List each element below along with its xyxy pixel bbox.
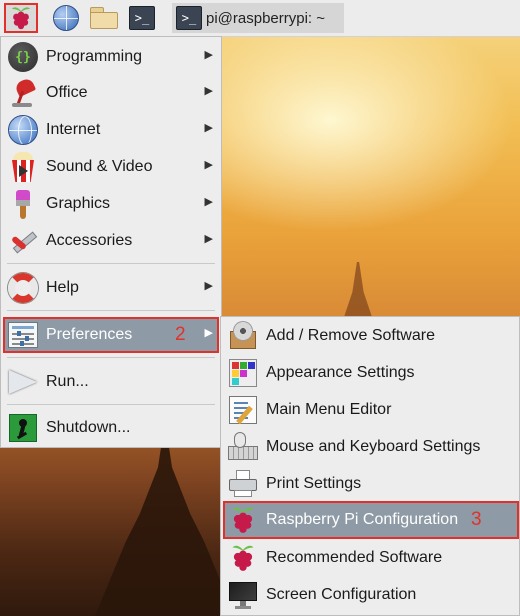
menu-item-label: Mouse and Keyboard Settings [266,438,481,455]
applications-menu: {} Programming ▶ Office ▶ Internet ▶ Sou… [0,36,222,448]
taskbar: >_ >_ pi@raspberrypi: ~ [0,0,520,37]
menu-item-label: Programming [46,48,143,65]
menu-item-label: Sound & Video [46,158,153,175]
knife-icon [8,226,38,256]
menu-item-programming[interactable]: {} Programming ▶ [3,39,219,75]
preferences-submenu: Add / Remove Software Appearance Setting… [220,316,520,616]
menu-item-label: Office [46,84,88,101]
menu-item-label: Recommended Software [266,549,443,566]
code-braces-icon: {} [8,42,38,72]
menu-item-label: Add / Remove Software [266,327,435,344]
exit-icon [9,414,37,442]
raspberry-icon [12,7,30,30]
terminal-icon: >_ [129,6,155,30]
globe-icon [8,115,38,145]
palette-icon [229,359,257,387]
menu-item-label: Run... [46,373,89,390]
wallpaper-temple [95,430,235,616]
menu-item-accessories[interactable]: Accessories ▶ [3,223,219,259]
submenu-arrow-icon: ▶ [204,159,213,171]
submenu-item-screen-configuration[interactable]: Screen Configuration [223,577,519,613]
paintbrush-icon [8,189,38,219]
raspberry-icon [232,545,254,571]
menu-item-preferences[interactable]: Preferences 2 ▶ [3,317,219,353]
submenu-item-add-remove-software[interactable]: Add / Remove Software [223,318,519,354]
mouse-keyboard-icon [228,432,258,462]
menu-separator [7,310,215,311]
submenu-arrow-icon: ▶ [204,233,213,245]
submenu-item-main-menu-editor[interactable]: Main Menu Editor [223,392,519,428]
menu-item-office[interactable]: Office ▶ [3,75,219,111]
preferences-icon [8,322,38,348]
menu-item-label: Help [46,279,79,296]
menu-item-label: Graphics [46,195,111,212]
submenu-arrow-icon: ▶ [204,280,213,292]
submenu-arrow-icon: ▶ [204,49,213,61]
menu-item-help[interactable]: Help ▶ [3,270,219,306]
menu-item-label: Appearance Settings [266,364,415,381]
menu-item-label: Raspberry Pi Configuration [266,511,459,528]
submenu-item-appearance-settings[interactable]: Appearance Settings [223,355,519,391]
menu-item-shutdown[interactable]: Shutdown... [3,410,219,446]
taskbar-window-terminal[interactable]: >_ pi@raspberrypi: ~ [172,3,344,33]
menu-item-label: Preferences [46,326,133,343]
menu-item-graphics[interactable]: Graphics ▶ [3,186,219,222]
menu-item-label: Internet [46,121,101,138]
menu-item-label: Shutdown... [46,419,131,436]
taskbar-window-label: pi@raspberrypi: ~ [206,9,326,27]
popcorn-icon [10,152,36,182]
submenu-item-print-settings[interactable]: Print Settings [223,466,519,502]
submenu-item-mouse-keyboard-settings[interactable]: Mouse and Keyboard Settings [223,429,519,465]
globe-icon [53,5,79,31]
menu-item-label: Print Settings [266,475,362,492]
step-number-label: 3 [471,509,482,530]
applications-menu-button[interactable] [4,3,38,33]
step-number-label: 2 [175,324,186,345]
submenu-arrow-icon: ▶ [204,196,213,208]
folder-icon [90,7,118,29]
menu-separator [7,357,215,358]
printer-icon [228,469,258,499]
menu-item-label: Main Menu Editor [266,401,392,418]
submenu-arrow-icon: ▶ [204,122,213,134]
menu-item-internet[interactable]: Internet ▶ [3,112,219,148]
browser-launcher[interactable] [52,4,80,32]
terminal-icon: >_ [176,6,202,30]
submenu-item-recommended-software[interactable]: Recommended Software [223,540,519,576]
menu-item-label: Screen Configuration [266,586,417,603]
submenu-item-raspberry-pi-configuration[interactable]: Raspberry Pi Configuration 3 [223,501,519,539]
menu-item-sound-video[interactable]: Sound & Video ▶ [3,149,219,185]
terminal-launcher[interactable]: >_ [128,4,156,32]
submenu-arrow-icon: ▶ [204,85,213,97]
menu-separator [7,404,215,405]
lamp-icon [8,76,38,108]
submenu-arrow-icon: ▶ [204,327,213,339]
file-manager-launcher[interactable] [90,4,118,32]
paper-plane-icon [9,370,37,394]
menu-editor-icon [229,396,257,425]
menu-separator [7,263,215,264]
monitor-icon [228,580,258,610]
raspberry-icon [232,507,254,533]
menu-item-run[interactable]: Run... [3,364,219,400]
lifebuoy-icon [8,273,38,303]
menu-item-label: Accessories [46,232,133,249]
package-icon [228,321,258,351]
